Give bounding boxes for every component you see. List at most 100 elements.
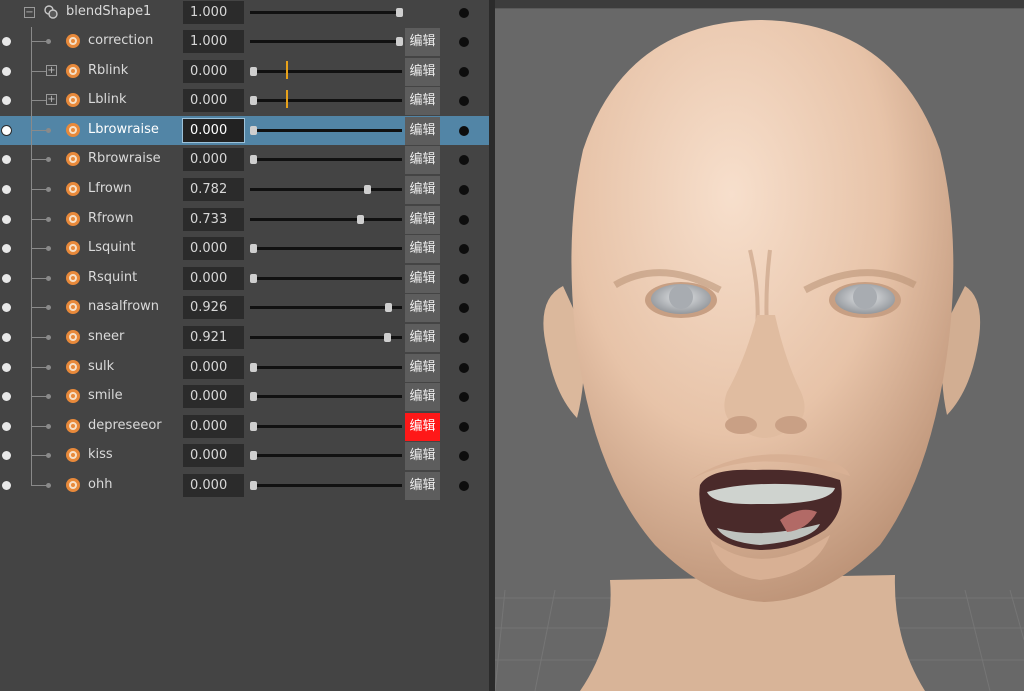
visibility-dot-icon[interactable] [2,451,11,461]
target-weight-field[interactable]: 0.782 [183,178,244,201]
slider-thumb[interactable] [250,451,257,461]
target-row-smile[interactable]: smile 0.000 编辑 [0,382,489,412]
node-weight-slider[interactable] [250,8,403,17]
edit-button[interactable]: 编辑 [405,176,440,204]
target-weight-field[interactable]: 0.921 [183,326,244,349]
visibility-dot-icon[interactable] [2,481,11,490]
key-dot-icon[interactable] [459,185,469,195]
collapse-minus-icon[interactable]: − [24,7,35,18]
target-weight-field[interactable]: 0.000 [183,444,244,468]
node-weight-field[interactable]: 1.000 [183,1,244,24]
3d-viewport[interactable] [495,0,1024,691]
visibility-dot-icon[interactable] [2,273,11,283]
edit-button[interactable]: 编辑 [405,235,440,264]
key-dot-icon[interactable] [459,214,469,225]
target-weight-slider[interactable] [250,421,402,431]
target-name[interactable]: Rsquint [88,270,137,285]
slider-thumb[interactable] [396,8,403,17]
target-weight-slider[interactable] [250,273,402,283]
target-row-sneer[interactable]: sneer 0.921 编辑 [0,323,489,353]
target-name[interactable]: Rbrowraise [88,151,161,166]
slider-thumb[interactable] [250,362,257,372]
visibility-dot-icon[interactable] [2,214,11,224]
target-weight-field[interactable]: 0.000 [183,385,244,409]
edit-button[interactable]: 编辑 [405,205,440,234]
target-row-nasalfrown[interactable]: nasalfrown 0.926 编辑 [0,293,489,323]
target-weight-field[interactable]: 0.733 [183,207,244,231]
visibility-dot-icon[interactable] [2,66,11,76]
key-dot-icon[interactable] [459,155,469,166]
slider-thumb[interactable] [250,421,257,431]
target-name[interactable]: depreseeor [88,418,162,433]
key-dot-icon[interactable] [459,125,469,136]
target-name[interactable]: nasalfrown [88,299,159,314]
key-dot-icon[interactable] [459,362,469,373]
key-dot-icon[interactable] [459,244,469,255]
target-row-lfrown[interactable]: Lfrown 0.782 编辑 [0,175,489,205]
blendshape-node-row[interactable]: − blendShape1 1.000 [0,0,489,27]
target-name[interactable]: correction [88,33,153,48]
target-weight-slider[interactable] [250,214,402,224]
key-dot-icon[interactable] [459,303,469,314]
edit-button[interactable]: 编辑 [405,412,440,441]
target-name[interactable]: smile [88,388,123,403]
target-weight-slider[interactable] [250,303,402,313]
slider-thumb[interactable] [250,273,257,283]
target-weight-slider[interactable] [250,333,402,342]
slider-thumb[interactable] [250,481,257,490]
target-name[interactable]: Lbrowraise [88,122,159,137]
target-row-kiss[interactable]: kiss 0.000 编辑 [0,441,489,471]
slider-thumb[interactable] [385,303,393,313]
target-row-ohh[interactable]: ohh 0.000 编辑 [0,471,489,500]
key-dot-icon[interactable] [459,8,469,18]
slider-thumb[interactable] [250,66,257,76]
target-weight-slider[interactable] [250,125,402,135]
target-name[interactable]: ohh [88,477,112,492]
target-name[interactable]: sulk [88,359,114,374]
visibility-dot-icon[interactable] [2,37,11,46]
visibility-dot-icon[interactable] [2,125,11,135]
visibility-dot-icon[interactable] [2,96,11,106]
target-name[interactable]: Lsquint [88,240,135,255]
target-name[interactable]: Rblink [88,63,128,78]
target-weight-field[interactable]: 0.000 [182,117,245,143]
target-weight-slider[interactable] [250,392,402,402]
visibility-dot-icon[interactable] [2,333,11,342]
target-row-rbrowraise[interactable]: Rbrowraise 0.000 编辑 [0,145,489,175]
key-dot-icon[interactable] [459,333,469,343]
visibility-dot-icon[interactable] [2,244,11,254]
key-dot-icon[interactable] [459,273,469,284]
target-name[interactable]: Lfrown [88,181,132,196]
edit-button[interactable]: 编辑 [405,353,440,382]
target-weight-slider[interactable] [250,244,402,254]
target-row-rsquint[interactable]: Rsquint 0.000 编辑 [0,263,489,294]
edit-button[interactable]: 编辑 [405,57,440,86]
slider-thumb[interactable] [396,37,403,46]
target-weight-slider[interactable] [250,37,403,46]
target-weight-slider[interactable] [250,451,402,461]
target-weight-field[interactable]: 0.000 [183,148,244,172]
edit-button[interactable]: 编辑 [405,442,440,471]
slider-thumb[interactable] [250,96,257,106]
target-weight-field[interactable]: 0.000 [183,266,244,290]
slider-thumb[interactable] [384,333,392,342]
visibility-dot-icon[interactable] [2,155,11,165]
slider-thumb[interactable] [250,392,257,402]
edit-button[interactable]: 编辑 [405,28,440,56]
target-name[interactable]: kiss [88,447,113,462]
visibility-dot-icon[interactable] [2,303,11,313]
key-dot-icon[interactable] [459,96,469,107]
target-row-rblink[interactable]: + Rblink 0.000 编辑 [0,56,489,87]
edit-button[interactable]: 编辑 [405,324,440,352]
edit-button[interactable]: 编辑 [405,264,440,293]
target-row-correction[interactable]: correction 1.000 编辑 [0,27,489,57]
edit-button[interactable]: 编辑 [405,294,440,323]
target-row-sulk[interactable]: sulk 0.000 编辑 [0,352,489,383]
target-weight-field[interactable]: 0.000 [183,355,244,379]
visibility-dot-icon[interactable] [2,185,11,194]
key-dot-icon[interactable] [459,66,469,77]
target-name[interactable]: Rfrown [88,211,134,226]
slider-thumb[interactable] [357,214,365,224]
edit-button[interactable]: 编辑 [405,383,440,412]
target-weight-field[interactable]: 0.000 [183,89,244,113]
